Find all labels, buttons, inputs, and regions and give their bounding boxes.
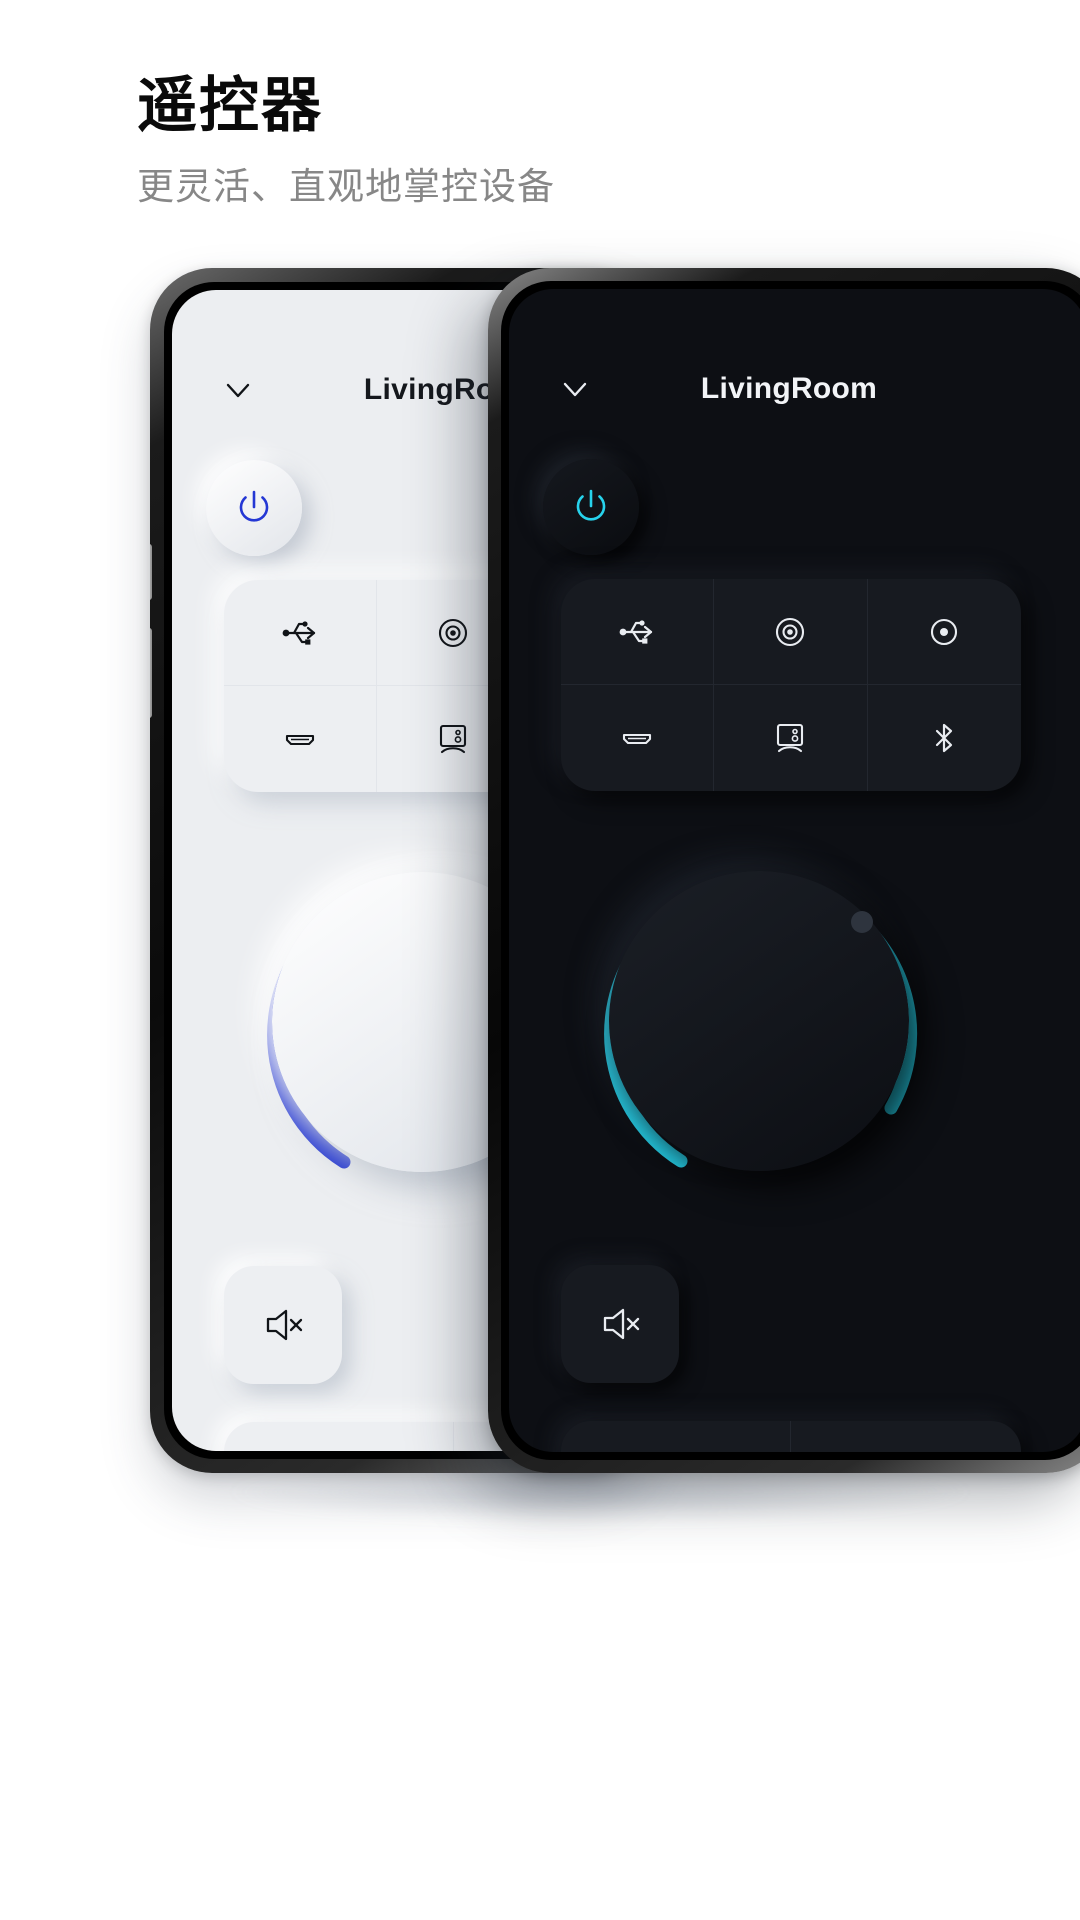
volume-knob-control[interactable] <box>561 823 957 1219</box>
source-button-hdmi[interactable] <box>224 686 378 792</box>
phone-screen-dark: LivingRoom <box>509 289 1080 1452</box>
app-topbar: LivingRoom <box>509 367 1069 411</box>
source-button-usb[interactable] <box>561 579 715 685</box>
source-button-line-in[interactable] <box>714 685 868 791</box>
phone-side-button-volume-down[interactable] <box>150 628 152 718</box>
source-selector-grid <box>561 579 1021 791</box>
volume-knob-dial[interactable] <box>609 871 909 1171</box>
source-button-rca[interactable] <box>867 579 1021 685</box>
source-button-coaxial[interactable] <box>714 579 868 685</box>
power-button[interactable] <box>206 460 302 556</box>
marketing-page: 遥控器 更灵活、直观地掌控设备 LivingRoom LivingRoom <box>0 0 1080 1920</box>
page-subtitle: 更灵活、直观地掌控设备 <box>137 166 555 208</box>
source-button-usb[interactable] <box>224 580 378 686</box>
mute-button[interactable] <box>224 1266 342 1384</box>
headphones-icon <box>316 1447 362 1452</box>
page-title: 遥控器 <box>137 72 323 139</box>
phone-mockup-dark: LivingRoom <box>488 268 1080 1473</box>
source-button-hdmi[interactable] <box>561 685 715 791</box>
phone-side-button-volume-up[interactable] <box>150 544 152 600</box>
output-mode-auto[interactable]: AUTO <box>791 1421 1021 1452</box>
headphones-icon <box>653 1446 699 1453</box>
output-mode-bar: Unbalanced AUTO <box>561 1421 1021 1452</box>
room-name-label: LivingRoom <box>700 372 878 405</box>
volume-knob-indicator <box>851 911 873 933</box>
output-mode-headphones[interactable]: Headphones <box>224 1422 454 1451</box>
page-header: 遥控器 更灵活、直观地掌控设备 <box>137 72 997 210</box>
mute-button[interactable] <box>561 1265 679 1383</box>
source-button-bluetooth[interactable] <box>868 685 1021 791</box>
output-mode-unbalanced[interactable]: Unbalanced <box>561 1421 791 1452</box>
power-button[interactable] <box>543 459 639 555</box>
